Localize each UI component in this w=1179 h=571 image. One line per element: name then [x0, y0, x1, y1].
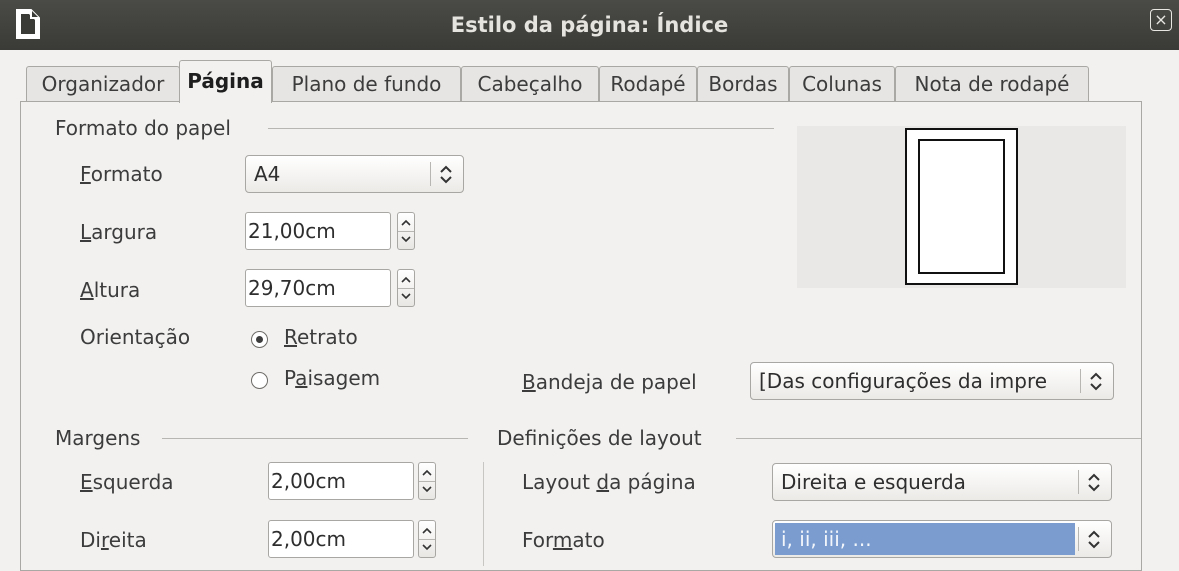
- portrait-radio[interactable]: [251, 331, 268, 348]
- landscape-label[interactable]: Paisagem: [284, 366, 380, 390]
- left-margin-spin-buttons[interactable]: [418, 462, 436, 500]
- paper-tray-select[interactable]: [Das configurações da impre: [750, 362, 1114, 400]
- page-layout-label: Layout da página: [522, 470, 696, 494]
- tab-bar: Organizador Página Plano de fundo Cabeça…: [0, 56, 1179, 103]
- page-layout-select[interactable]: Direita e esquerda: [772, 463, 1112, 501]
- tab-bordas[interactable]: Bordas: [697, 66, 789, 102]
- format-label: Formato: [80, 162, 163, 186]
- height-input[interactable]: 29,70cm: [245, 269, 391, 307]
- landscape-radio[interactable]: [251, 372, 268, 389]
- width-spin-buttons[interactable]: [397, 212, 415, 250]
- updown-arrows-icon: [1088, 530, 1100, 549]
- updown-arrows-icon: [1088, 473, 1100, 492]
- tab-organizador[interactable]: Organizador: [26, 66, 180, 102]
- updown-arrows-icon: [440, 165, 452, 184]
- tab-plano-de-fundo[interactable]: Plano de fundo: [272, 66, 461, 102]
- tab-nota-de-rodape[interactable]: Nota de rodapé: [895, 66, 1089, 102]
- numbering-format-select[interactable]: i, ii, iii, ...: [772, 520, 1112, 558]
- margins-divider: [162, 438, 468, 439]
- width-input[interactable]: 21,00cm: [245, 212, 391, 250]
- layout-settings-divider: [736, 438, 1141, 439]
- height-label: Altura: [80, 278, 141, 302]
- page-layout-value: Direita e esquerda: [781, 470, 966, 494]
- right-margin-input[interactable]: 2,00cm: [268, 520, 414, 558]
- preview-page-margins: [918, 139, 1005, 274]
- paper-tray-label: Bandeja de papel: [522, 370, 697, 394]
- tab-colunas[interactable]: Colunas: [789, 66, 895, 102]
- paper-tray-value: [Das configurações da impre: [759, 369, 1048, 393]
- section-vertical-divider: [483, 462, 484, 566]
- window-title: Estilo da página: Índice: [450, 13, 729, 37]
- margins-section-title: Margens: [55, 426, 141, 450]
- updown-arrows-icon: [1090, 372, 1102, 391]
- paper-format-divider: [268, 128, 774, 129]
- paper-format-select[interactable]: A4: [245, 155, 464, 193]
- tab-pagina[interactable]: Página: [179, 60, 272, 103]
- close-icon[interactable]: ×: [1150, 9, 1172, 31]
- height-spin-buttons[interactable]: [397, 269, 415, 307]
- tab-cabecalho[interactable]: Cabeçalho: [461, 66, 599, 102]
- title-bar: Estilo da página: Índice ×: [0, 0, 1179, 50]
- left-margin-label: Esquerda: [80, 470, 174, 494]
- portrait-label[interactable]: Retrato: [284, 325, 358, 349]
- numbering-format-value: i, ii, iii, ...: [781, 527, 872, 551]
- orientation-label: Orientação: [80, 325, 191, 349]
- paper-format-section-title: Formato do papel: [55, 116, 231, 140]
- numbering-format-label: Formato: [522, 528, 605, 552]
- right-margin-spin-buttons[interactable]: [418, 520, 436, 558]
- tab-rodape[interactable]: Rodapé: [599, 66, 697, 102]
- layout-settings-section-title: Definições de layout: [497, 426, 702, 450]
- right-margin-label: Direita: [80, 528, 147, 552]
- paper-format-value: A4: [254, 162, 281, 186]
- width-label: Largura: [80, 220, 158, 244]
- left-margin-input[interactable]: 2,00cm: [268, 462, 414, 500]
